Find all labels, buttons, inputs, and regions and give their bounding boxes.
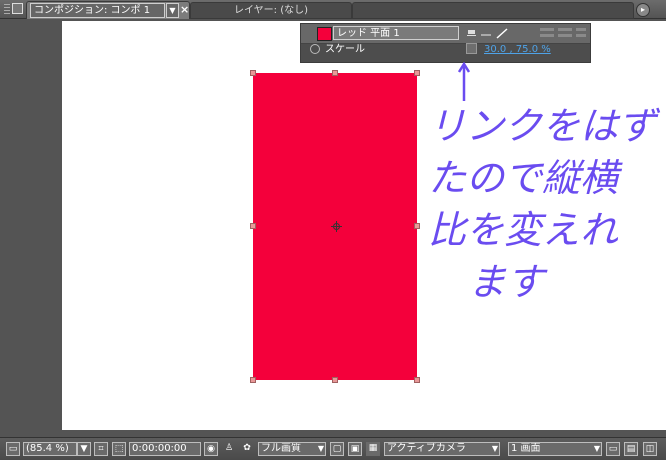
- preview-toggle-icon[interactable]: ▭: [6, 442, 20, 456]
- arrow-up-icon: [458, 62, 470, 101]
- tab-bar-empty: [352, 2, 634, 19]
- switch-icon: [540, 28, 554, 31]
- switch-icon: [576, 34, 586, 37]
- view-layout-dropdown[interactable]: 1 画面 ▼: [508, 442, 602, 456]
- toggle-pixel-aspect-icon[interactable]: ▭: [606, 442, 620, 456]
- switch-icon: [558, 34, 572, 37]
- quality-value: フル画質: [261, 443, 301, 454]
- layer-name-field[interactable]: レッド 平面 1: [333, 26, 459, 40]
- zoom-dropdown[interactable]: (85.4 %): [23, 442, 77, 456]
- snapshot-icon[interactable]: ◉: [204, 442, 218, 456]
- panel-tab-bar: コンポジション: コンポ 1 ▼ × レイヤー: (なし) ▸: [0, 0, 666, 19]
- fast-previews-icon[interactable]: ▤: [624, 442, 638, 456]
- annotation-line: 比を変えれ: [428, 208, 619, 252]
- transform-handle[interactable]: [250, 377, 256, 383]
- camera-value: アクティブカメラ: [387, 443, 466, 454]
- panel-menu-icon[interactable]: ▸: [636, 3, 650, 17]
- current-time-display[interactable]: 0:00:00:00: [129, 442, 201, 456]
- composition-tab-label[interactable]: コンポジション: コンポ 1: [30, 3, 165, 18]
- transform-handle[interactable]: [250, 70, 256, 76]
- transform-handle[interactable]: [414, 377, 420, 383]
- eye-icon: [467, 30, 476, 36]
- color-channels-icon[interactable]: ✿: [240, 442, 254, 456]
- close-icon[interactable]: ×: [180, 2, 189, 17]
- property-name: スケール: [325, 44, 365, 55]
- chevron-down-icon: ▼: [593, 444, 600, 453]
- chevron-down-icon[interactable]: ▼: [166, 3, 179, 18]
- link-icon[interactable]: [466, 43, 477, 54]
- timeline-icon[interactable]: ◫: [643, 442, 657, 456]
- transform-handle[interactable]: [332, 70, 338, 76]
- annotation-line: ます: [468, 260, 545, 304]
- grip-icon[interactable]: [4, 4, 10, 14]
- transform-handle[interactable]: [250, 223, 256, 229]
- switch-icon: [540, 34, 554, 37]
- comp-icon: [12, 3, 23, 14]
- switch-icon: [481, 34, 491, 36]
- resolution-dropdown[interactable]: フル画質 ▼: [258, 442, 326, 456]
- layer-switches[interactable]: [467, 28, 512, 40]
- transparency-grid-icon[interactable]: ▦: [366, 442, 380, 456]
- annotation-line: リンクをはずし: [428, 104, 666, 148]
- chevron-down-icon: ▼: [317, 444, 324, 453]
- camera-dropdown[interactable]: アクティブカメラ ▼: [384, 442, 500, 456]
- transform-handle[interactable]: [414, 70, 420, 76]
- annotation-line: たので縦横: [428, 156, 619, 200]
- handwritten-annotation: リンクをはずし たので縦横 比を変えれ ます: [428, 100, 666, 340]
- switch-icon: [558, 28, 572, 31]
- title-safe-icon[interactable]: ⬚: [112, 442, 126, 456]
- scale-value[interactable]: 30.0 , 75.0 %: [484, 44, 551, 56]
- transform-handle[interactable]: [332, 377, 338, 383]
- pencil-icon: [496, 28, 508, 39]
- region-of-interest-icon[interactable]: ⌗: [94, 442, 108, 456]
- transform-handle[interactable]: [414, 223, 420, 229]
- view-layout-value: 1 画面: [511, 443, 541, 454]
- switch-icon: [576, 28, 586, 31]
- layer-color-swatch: [317, 27, 332, 41]
- viewer-toolbar: ▭ (85.4 %) ▼ ⌗ ⬚ 0:00:00:00 ◉ ♙ ✿ フル画質 ▼…: [0, 437, 666, 460]
- zoom-value: (85.4 %): [26, 443, 69, 454]
- chevron-down-icon[interactable]: ▼: [77, 442, 91, 456]
- tab-layer[interactable]: レイヤー: (なし): [190, 2, 352, 19]
- timecode: 0:00:00:00: [132, 443, 187, 454]
- chevron-down-icon: ▼: [491, 444, 498, 453]
- region-of-interest-icon[interactable]: ▢: [330, 442, 344, 456]
- grid-icon[interactable]: ▣: [348, 442, 362, 456]
- stopwatch-icon[interactable]: [310, 44, 320, 54]
- show-snapshot-icon[interactable]: ♙: [222, 442, 236, 456]
- anchor-point-icon[interactable]: [331, 221, 342, 232]
- tab-composition[interactable]: コンポジション: コンポ 1 ▼ ×: [26, 1, 190, 19]
